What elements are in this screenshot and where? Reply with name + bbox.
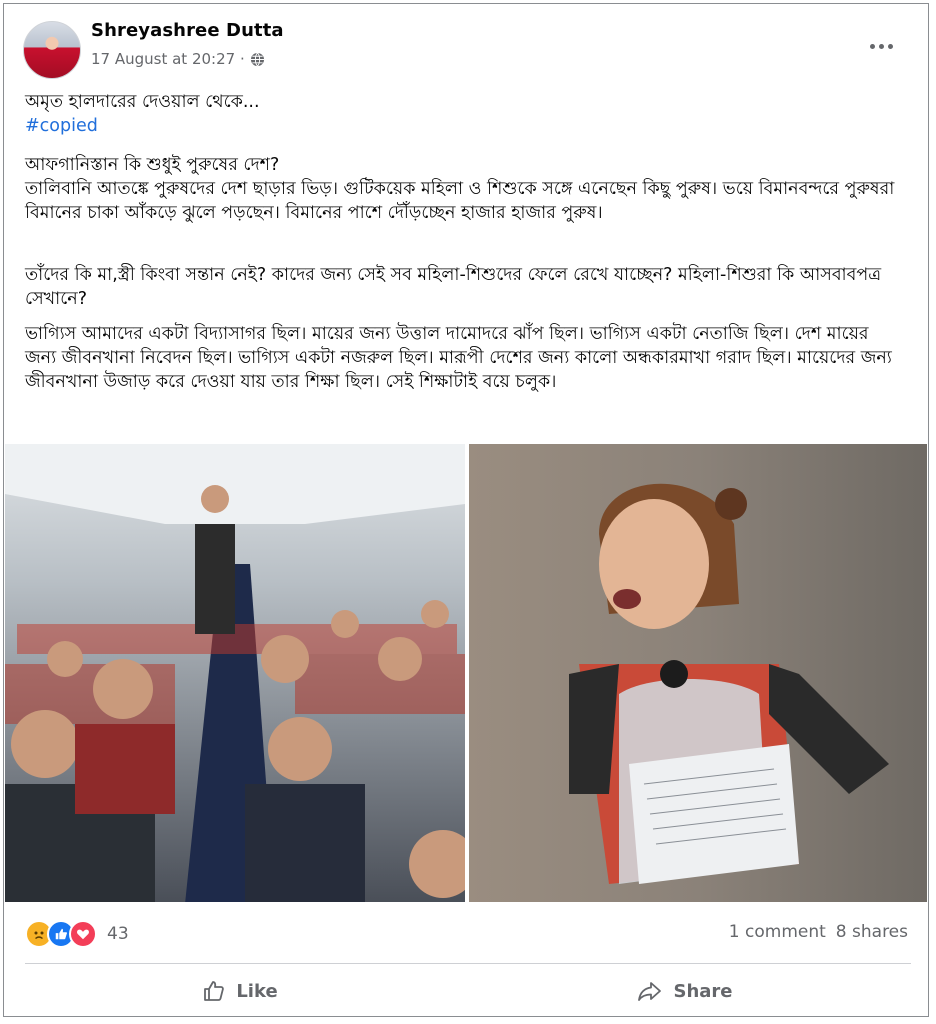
post-meta: 17 August at 20:27 · <box>91 50 265 68</box>
crying-girl-photo[interactable] <box>469 444 927 902</box>
share-label: Share <box>673 980 733 1002</box>
globe-icon <box>250 52 264 66</box>
timestamp[interactable]: 17 August at 20:27 · <box>91 50 245 68</box>
reactions-summary[interactable]: 43 <box>25 920 129 948</box>
share-count[interactable]: 8 shares <box>836 922 908 942</box>
avatar[interactable] <box>23 21 81 79</box>
post-intro: অমৃত হালদারের দেওয়াল থেকে... <box>25 92 260 112</box>
more-options-icon[interactable] <box>866 36 896 56</box>
like-icon <box>204 981 225 1001</box>
airplane-cabin-photo[interactable] <box>5 444 465 902</box>
share-button[interactable]: Share <box>470 972 900 1010</box>
like-label: Like <box>236 980 278 1002</box>
author-name[interactable]: Shreyashree Dutta <box>91 20 284 41</box>
hashtag-link[interactable]: #copied <box>25 114 905 138</box>
reaction-count[interactable]: 43 <box>107 924 129 944</box>
comment-count[interactable]: 1 comment <box>729 922 826 942</box>
like-button[interactable]: Like <box>25 972 455 1010</box>
post-paragraph-1: আফগানিস্তান কি শুধুই পুরুষের দেশ? তালিবা… <box>25 155 895 223</box>
post-paragraph-2: তাঁদের কি মা,স্ত্রী কিংবা সন্তান নেই? কা… <box>25 265 882 309</box>
share-icon <box>638 982 662 1001</box>
love-reaction-icon <box>69 920 97 948</box>
photo-grid <box>5 444 927 904</box>
engagement-stats: 1 comment 8 shares <box>729 922 908 942</box>
post-paragraph-3: ভাগ্যিস আমাদের একটা বিদ্যাসাগর ছিল। মায়… <box>25 324 892 392</box>
divider <box>25 963 911 964</box>
